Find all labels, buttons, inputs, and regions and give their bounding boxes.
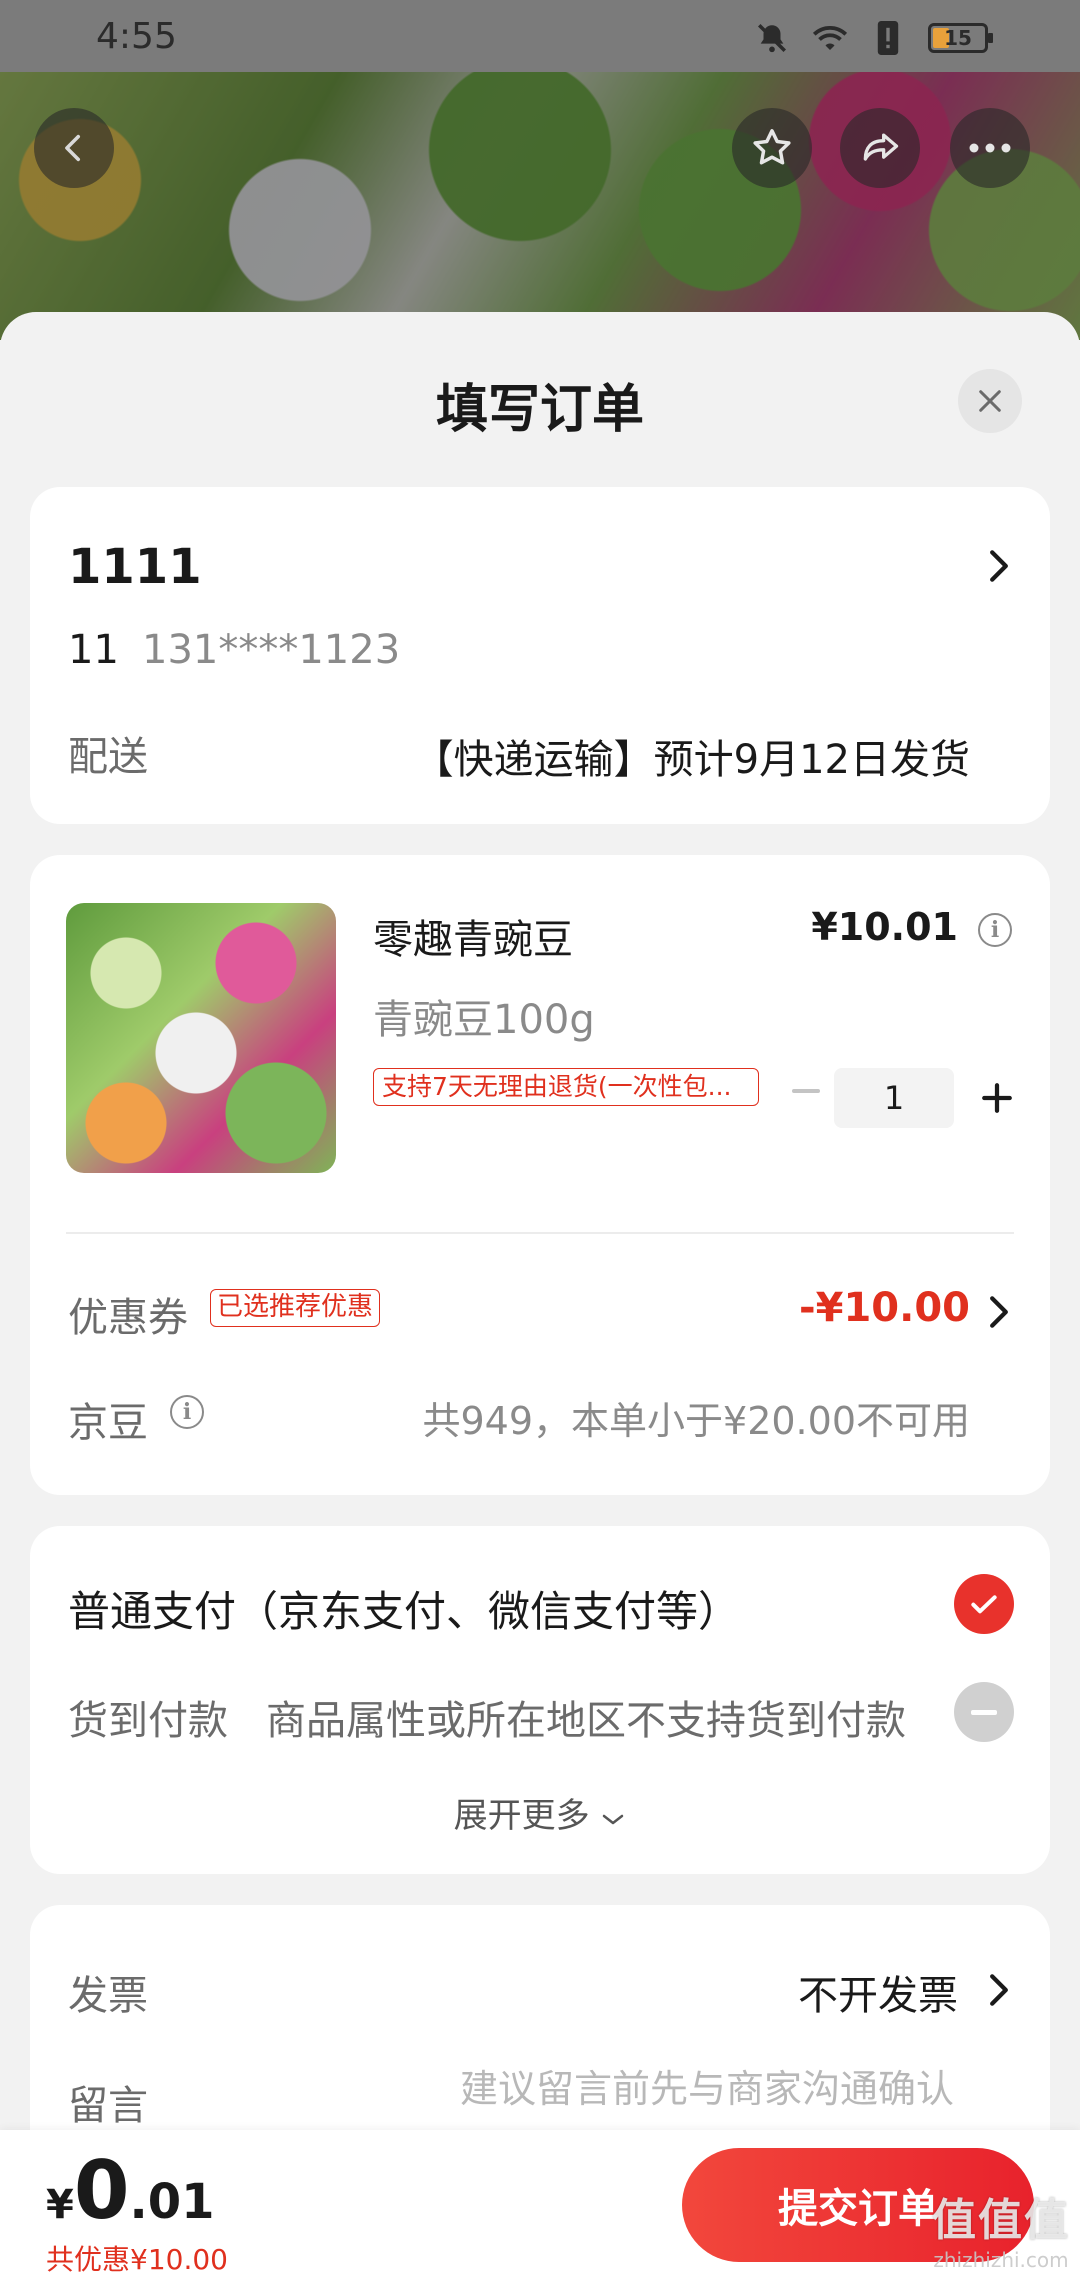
total-decimal: .01 — [129, 2174, 215, 2230]
favorite-button[interactable] — [732, 108, 812, 188]
product-image[interactable] — [66, 903, 336, 1173]
watermark-sub: zhizhizhi.com — [933, 2248, 1069, 2272]
share-icon — [863, 133, 899, 161]
status-icons: 15 — [754, 18, 993, 58]
watermark: 值值值 zhizhizhi.com — [932, 2184, 1070, 2272]
info-icon[interactable]: i — [978, 913, 1012, 947]
chevron-right-icon[interactable] — [988, 1295, 1010, 1333]
close-button[interactable] — [958, 369, 1022, 433]
address-phone: 131****1123 — [142, 627, 401, 673]
shipping-value: 【快递运输】预计9月12日发货 — [413, 737, 970, 783]
coupon-label: 优惠券 — [68, 1295, 188, 1341]
payment-cod-note: 商品属性或所在地区不支持货到付款 — [266, 1698, 906, 1744]
total-integer: 0 — [73, 2144, 130, 2237]
invoice-value[interactable]: 不开发票 — [798, 1963, 958, 2021]
quantity-increase-button[interactable] — [970, 1071, 1024, 1125]
plus-icon — [982, 1083, 1012, 1113]
invoice-label: 发票 — [68, 1973, 148, 2019]
quantity-value[interactable]: 1 — [834, 1068, 954, 1128]
coupon-tag: 已选推荐优惠 — [210, 1289, 381, 1327]
chevron-left-icon — [65, 134, 81, 162]
star-icon — [753, 129, 791, 165]
divider — [66, 1232, 1014, 1234]
product-price: ¥10.01 — [811, 905, 958, 949]
battery-icon: 15 — [928, 23, 993, 53]
quantity-decrease-button[interactable] — [778, 1073, 834, 1109]
chevron-right-icon — [988, 549, 1010, 587]
back-button[interactable] — [34, 108, 114, 188]
close-icon — [979, 390, 1001, 412]
payment-card: 普通支付（京东支付、微信支付等） 货到付款 商品属性或所在地区不支持货到付款 展… — [30, 1526, 1050, 1874]
status-time: 4:55 — [96, 16, 177, 57]
jingdou-label: 京豆 — [68, 1400, 148, 1446]
alert-icon — [870, 20, 906, 56]
shipping-label: 配送 — [68, 734, 148, 780]
status-bar: 4:55 15 — [0, 0, 1080, 72]
product-name: 零趣青豌豆 — [373, 917, 573, 963]
bottom-bar: ¥ 0 .01 共优惠¥10.00 提交订单 值值值 zhizhizhi.com — [0, 2130, 1080, 2280]
payment-option-cod: 货到付款 — [68, 1698, 228, 1744]
message-label: 留言 — [68, 2083, 148, 2129]
battery-level: 15 — [944, 26, 972, 50]
total-saved: 共优惠¥10.00 — [46, 2243, 228, 2276]
expand-more-button[interactable]: 展开更多 — [30, 1788, 1050, 1837]
return-policy-tag: 支持7天无理由退货(一次性包... — [373, 1068, 759, 1106]
address-name: 1111 — [68, 539, 202, 595]
wifi-icon — [812, 20, 848, 56]
check-icon[interactable] — [954, 1574, 1014, 1634]
coupon-value[interactable]: -¥10.00 — [799, 1285, 970, 1331]
more-dots-icon — [969, 143, 1011, 153]
payment-option-standard[interactable]: 普通支付（京东支付、微信支付等） — [68, 1578, 740, 1639]
address-contact: 11 — [68, 627, 119, 673]
chevron-right-icon[interactable] — [988, 1973, 1010, 2011]
jingdou-value: 共949，本单小于¥20.00不可用 — [422, 1399, 971, 1443]
order-sheet: 填写订单 1111 11 131****1123 配送 【快递运输】预计9月12… — [0, 312, 1080, 2280]
address-card[interactable]: 1111 11 131****1123 配送 【快递运输】预计9月12日发货 — [30, 487, 1050, 824]
watermark-main: 值值值 — [932, 2195, 1070, 2246]
total-currency: ¥ — [46, 2182, 74, 2228]
product-card: 零趣青豌豆 ¥10.01 i 青豌豆100g 支持7天无理由退货(一次性包...… — [30, 855, 1050, 1495]
more-button[interactable] — [950, 108, 1030, 188]
total-price: ¥ 0 .01 — [46, 2146, 215, 2236]
disabled-icon — [954, 1682, 1014, 1742]
minus-icon — [792, 1089, 820, 1093]
share-button[interactable] — [840, 108, 920, 188]
info-icon[interactable]: i — [170, 1395, 204, 1429]
bell-muted-icon — [754, 20, 790, 56]
sheet-title: 填写订单 — [435, 380, 644, 440]
expand-more-label: 展开更多 — [453, 1796, 590, 1836]
chevron-down-icon — [603, 1814, 624, 1825]
message-input[interactable] — [334, 2067, 954, 2111]
product-spec: 青豌豆100g — [373, 997, 595, 1043]
